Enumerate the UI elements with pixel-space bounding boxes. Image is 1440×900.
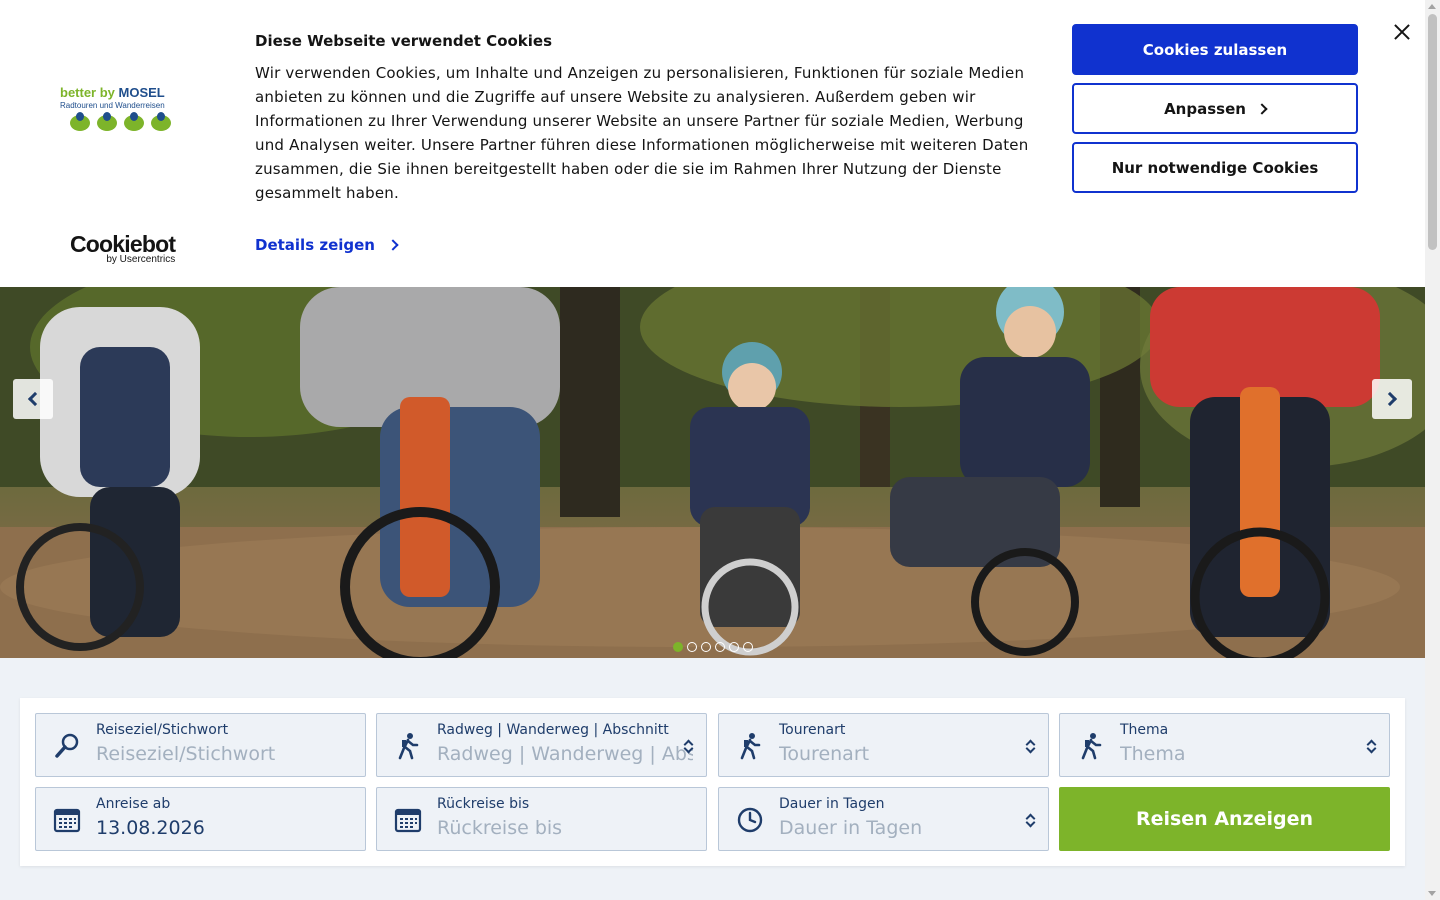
hiker-icon <box>151 112 171 131</box>
duration-label: Dauer in Tagen <box>779 796 885 812</box>
hero-slider <box>0 287 1425 658</box>
close-icon[interactable] <box>1390 20 1414 44</box>
theme-field[interactable]: Thema Thema <box>1059 713 1390 777</box>
hiker-icon <box>1081 733 1102 760</box>
chevron-right-icon <box>1256 102 1268 115</box>
details-link[interactable]: Details zeigen <box>255 236 399 254</box>
hero-image <box>0 287 1425 658</box>
show-trips-label: Reisen Anzeigen <box>1135 808 1314 830</box>
duration-select[interactable]: Dauer in Tagen <box>779 817 1035 839</box>
chevron-left-icon <box>27 391 43 407</box>
customize-label: Anpassen <box>1164 99 1246 118</box>
destination-input[interactable]: Reiseziel/Stichwort <box>96 743 352 765</box>
scroll-up-arrow-icon[interactable] <box>1428 4 1436 9</box>
route-field[interactable]: Radweg | Wanderweg | Abschnitt Radweg | … <box>376 713 707 777</box>
search-form: Reiseziel/Stichwort Reiseziel/Stichwort … <box>20 698 1405 866</box>
necessary-cookies-label: Nur notwendige Cookies <box>1111 158 1319 177</box>
tour-type-label: Tourenart <box>779 722 846 738</box>
cyclist-icon <box>70 112 90 131</box>
brand-logo: better by MOSEL Radtouren und Wanderreis… <box>60 85 190 131</box>
sort-icon <box>1367 739 1375 753</box>
slider-dot[interactable] <box>673 642 683 652</box>
scroll-down-arrow-icon[interactable] <box>1428 891 1436 896</box>
customize-button[interactable]: Anpassen <box>1072 83 1358 134</box>
slider-prev-button[interactable] <box>13 379 53 419</box>
scrollbar-thumb[interactable] <box>1428 14 1437 250</box>
duration-field[interactable]: Dauer in Tagen Dauer in Tagen <box>718 787 1049 851</box>
arrival-date-input[interactable]: 13.08.2026 <box>96 817 352 839</box>
theme-select[interactable]: Thema <box>1120 743 1376 765</box>
allow-cookies-label: Cookies zulassen <box>1142 40 1288 59</box>
destination-label: Reiseziel/Stichwort <box>96 722 229 738</box>
slider-dot[interactable] <box>743 642 753 652</box>
clock-icon <box>737 807 763 833</box>
cookiebot-logo[interactable]: Cookiebot by Usercentrics <box>70 231 176 265</box>
slider-dot[interactable] <box>729 642 739 652</box>
sort-icon <box>1026 813 1034 827</box>
chevron-right-icon <box>1382 391 1398 407</box>
hiker-icon <box>398 733 419 760</box>
slider-dot[interactable] <box>715 642 725 652</box>
cyclist-icon <box>124 112 144 131</box>
page-scrollbar[interactable] <box>1425 0 1440 900</box>
tour-type-select[interactable]: Tourenart <box>779 743 1035 765</box>
cookiebot-name: Cookiebot <box>70 231 176 257</box>
slider-dot[interactable] <box>701 642 711 652</box>
arrival-label: Anreise ab <box>96 796 171 812</box>
brand-name-part2: MOSEL <box>118 85 165 100</box>
slider-dot[interactable] <box>687 642 697 652</box>
slider-next-button[interactable] <box>1372 379 1412 419</box>
brand-tagline: Radtouren und Wanderreisen <box>60 101 165 110</box>
sort-icon <box>1026 739 1034 753</box>
cookie-description: Wir verwenden Cookies, um Inhalte und An… <box>255 64 1029 202</box>
route-select[interactable]: Radweg | Wanderweg | Abschnitt <box>437 743 693 765</box>
necessary-cookies-button[interactable]: Nur notwendige Cookies <box>1072 142 1358 193</box>
return-label: Rückreise bis <box>437 796 530 812</box>
tour-type-field[interactable]: Tourenart Tourenart <box>718 713 1049 777</box>
route-label: Radweg | Wanderweg | Abschnitt <box>437 722 669 738</box>
show-trips-button[interactable]: Reisen Anzeigen <box>1059 787 1390 851</box>
cookie-banner: better by MOSEL Radtouren und Wanderreis… <box>0 0 1425 287</box>
return-date-input[interactable]: Rückreise bis <box>437 817 693 839</box>
hiker-icon <box>740 733 761 760</box>
sort-icon <box>684 739 692 753</box>
cyclist-icon <box>97 112 117 131</box>
cookie-title: Diese Webseite verwendet Cookies <box>255 32 553 50</box>
arrival-field[interactable]: Anreise ab 13.08.2026 <box>35 787 366 851</box>
search-icon <box>55 733 79 758</box>
details-link-label: Details zeigen <box>255 236 375 254</box>
allow-cookies-button[interactable]: Cookies zulassen <box>1072 24 1358 75</box>
calendar-icon <box>394 808 422 833</box>
brand-activity-icons <box>70 112 190 131</box>
chevron-right-icon <box>387 239 399 251</box>
calendar-icon <box>53 808 81 833</box>
destination-field[interactable]: Reiseziel/Stichwort Reiseziel/Stichwort <box>35 713 366 777</box>
brand-name-part1: better by <box>60 85 119 100</box>
theme-label: Thema <box>1120 722 1169 738</box>
return-field[interactable]: Rückreise bis Rückreise bis <box>376 787 707 851</box>
slider-dots <box>673 642 753 652</box>
